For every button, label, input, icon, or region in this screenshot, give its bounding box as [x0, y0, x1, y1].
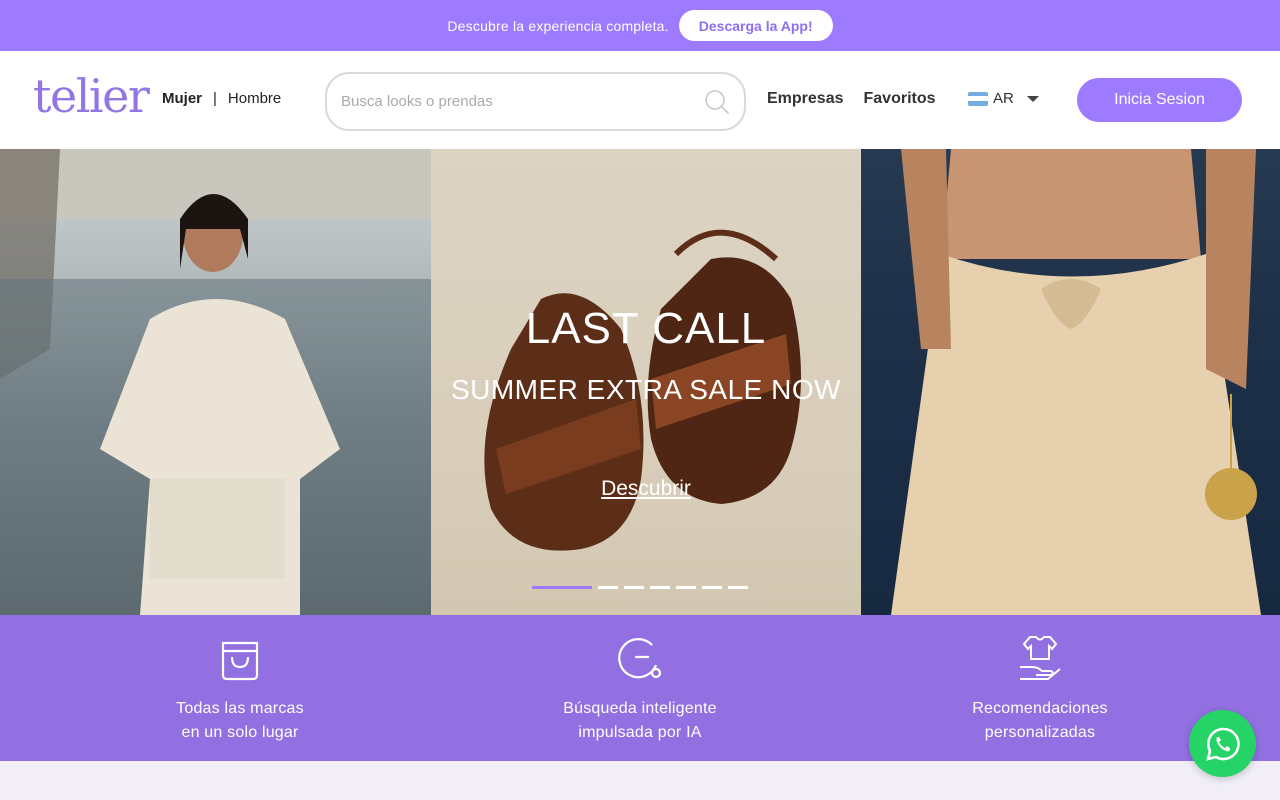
hero-image-left [0, 149, 431, 615]
login-button[interactable]: Inicia Sesion [1077, 78, 1242, 122]
argentina-flag-icon [968, 91, 988, 106]
download-app-button[interactable]: Descarga la App! [678, 10, 833, 41]
gender-men-link[interactable]: Hombre [228, 90, 281, 107]
nav-empresas-link[interactable]: Empresas [767, 90, 844, 108]
gender-nav: Mujer | Hombre [162, 90, 281, 107]
discover-link[interactable]: Descubrir [601, 477, 691, 500]
feature-all-brands-line1: Todas las marcas [176, 700, 304, 717]
hero-title: LAST CALL [525, 304, 767, 353]
country-selector[interactable]: AR [968, 90, 1039, 107]
country-code: AR [993, 90, 1014, 107]
feature-ai-search-line1: Búsqueda inteligente [563, 700, 717, 717]
feature-recommendations-line1: Recomendaciones [972, 700, 1108, 717]
feature-all-brands-line2: en un solo lugar [181, 724, 299, 741]
whatsapp-icon [1205, 727, 1240, 761]
shopping-bag-icon [221, 641, 259, 681]
search-bar [325, 72, 746, 131]
carousel-dot-1[interactable] [532, 586, 592, 589]
promo-bar: Descubre la experiencia completa. Descar… [0, 0, 1280, 51]
model-skirt-image [891, 149, 1261, 615]
search-input[interactable] [341, 93, 704, 110]
hero-subtitle: SUMMER EXTRA SALE NOW [450, 374, 842, 405]
features-strip: Todas las marcas en un solo lugar Búsque… [0, 615, 1280, 761]
carousel-pagination [532, 586, 748, 589]
content-area [0, 761, 1280, 800]
carousel-dot-5[interactable] [676, 586, 696, 589]
carousel-dot-6[interactable] [702, 586, 722, 589]
carousel-dot-3[interactable] [624, 586, 644, 589]
promo-text: Descubre la experiencia completa. [447, 17, 669, 34]
whatsapp-button[interactable] [1189, 710, 1256, 777]
carousel-dot-4[interactable] [650, 586, 670, 589]
nav-favoritos-link[interactable]: Favoritos [864, 90, 936, 108]
hero-carousel: LAST CALL SUMMER EXTRA SALE NOW Descubri… [0, 149, 1280, 615]
search-icon[interactable] [704, 89, 730, 115]
shirt-hand-icon [1020, 636, 1061, 680]
header: telier Mujer | Hombre Empresas Favoritos… [0, 51, 1280, 149]
gender-women-link[interactable]: Mujer [162, 90, 202, 107]
gender-separator: | [213, 90, 217, 107]
feature-recommendations-line2: personalizadas [984, 724, 1096, 741]
model-lace-outfit-image [0, 149, 431, 615]
chevron-down-icon [1026, 95, 1039, 102]
carousel-dot-2[interactable] [598, 586, 618, 589]
hero-image-right [861, 149, 1280, 615]
header-nav: Empresas Favoritos [767, 90, 936, 108]
ai-search-icon [618, 638, 662, 679]
feature-ai-search-line2: impulsada por IA [578, 724, 702, 741]
carousel-dot-7[interactable] [728, 586, 748, 589]
telier-logo[interactable]: telier [33, 71, 150, 121]
hero-cta: Descubrir [431, 477, 861, 501]
